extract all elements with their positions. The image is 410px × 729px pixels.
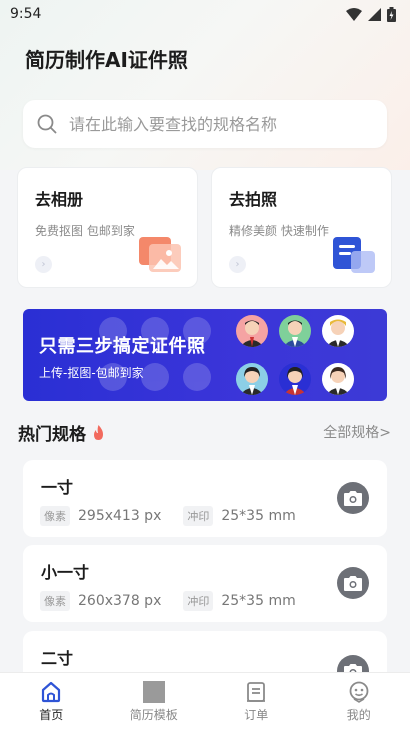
pixel-tag: 像素 [40,591,70,611]
camera-button[interactable] [337,482,369,514]
page-title: 简历制作AI证件照 [25,48,188,72]
photo-album-icon [139,237,181,272]
print-tag: 冲印 [183,506,214,526]
spec-item[interactable]: 二寸 [23,631,387,672]
pixel-size: 260x378 px [78,593,162,609]
banner-subtitle: 上传-抠图-包邮到家 [39,366,144,380]
avatar [236,315,268,347]
order-icon [247,682,266,702]
tab-home-label: 首页 [39,708,64,722]
spec-details: 像素 260x378 px 冲印 25*35 mm [40,591,318,611]
avatar [322,315,354,347]
album-card[interactable]: 去相册 免费抠图 包邮到家 › [17,167,198,288]
camera-card-title: 去拍照 [229,190,278,209]
wifi-icon [346,7,362,21]
chevron-right-icon: › [35,256,52,273]
profile-icon [349,681,369,703]
camera-icon [344,575,362,591]
chevron-right-icon: › [229,256,246,273]
search-bar[interactable] [23,100,387,148]
camera-icon [344,490,362,506]
print-size: 25*35 mm [221,593,296,609]
search-input[interactable] [69,114,359,134]
tab-resume-templates[interactable]: 简历模板 [103,673,206,729]
pixel-size: 295x413 px [78,508,162,524]
signal-icon [368,7,381,21]
banner-title: 只需三步搞定证件照 [39,336,206,357]
search-icon [37,114,57,134]
pixel-tag: 像素 [40,506,70,526]
avatar [236,363,268,395]
print-size: 25*35 mm [221,508,296,524]
album-card-title: 去相册 [35,190,84,209]
bottom-tab-bar: 首页 简历模板 订单 我的 [0,672,410,729]
spec-name: 小一寸 [41,563,90,582]
tab-home[interactable]: 首页 [0,673,103,729]
status-bar: 9:54 [0,0,410,28]
tab-resume-templates-label: 简历模板 [129,708,178,722]
promo-banner[interactable]: 只需三步搞定证件照 上传-抠图-包邮到家 [23,309,387,401]
tab-profile-label: 我的 [346,708,371,722]
avatar [279,315,311,347]
status-icons [346,6,396,22]
camera-icon [344,663,362,672]
home-icon [42,681,61,703]
hot-specs-heading: 热门规格 [18,420,105,445]
camera-card[interactable]: 去拍照 精修美颜 快速制作 › [211,167,392,288]
all-specs-link[interactable]: 全部规格> [323,422,391,442]
tab-profile[interactable]: 我的 [308,673,410,729]
status-time: 9:54 [10,6,42,22]
spec-item[interactable]: 一寸 像素 295x413 px 冲印 25*35 mm [23,460,387,537]
spec-name: 一寸 [41,478,74,497]
flame-icon [94,425,103,440]
spec-item[interactable]: 小一寸 像素 260x378 px 冲印 25*35 mm [23,545,387,622]
print-tag: 冲印 [183,591,214,611]
avatar [322,363,354,395]
tab-orders[interactable]: 订单 [205,673,308,729]
camera-button[interactable] [337,655,369,672]
document-icon [333,237,375,273]
camera-button[interactable] [337,567,369,599]
tab-orders-label: 订单 [244,708,269,722]
spec-name: 二寸 [41,649,74,668]
battery-icon [387,6,396,22]
avatar [279,363,311,395]
hot-specs-title: 热门规格 [18,425,86,445]
resume-template-icon [142,681,165,703]
spec-details: 像素 295x413 px 冲印 25*35 mm [40,506,318,526]
